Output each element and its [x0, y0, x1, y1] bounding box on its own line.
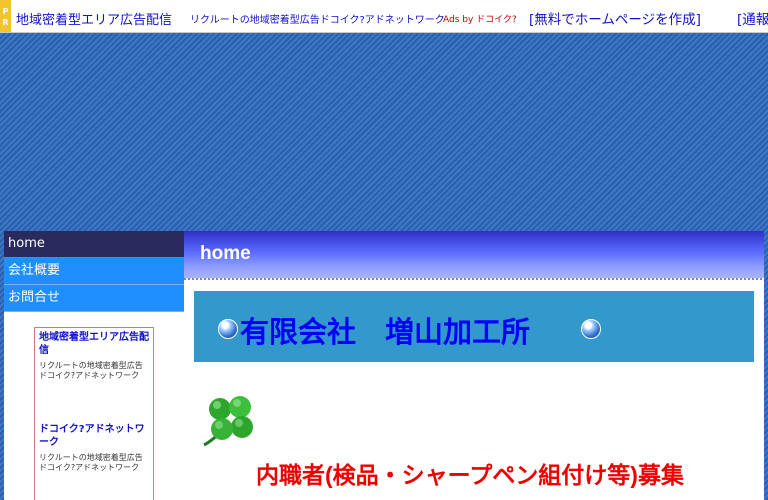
orb-bullet-icon: [218, 319, 238, 339]
company-name-band: 有限会社 増山加工所: [194, 291, 754, 362]
nav-item-company[interactable]: 会社概要: [4, 258, 184, 285]
side-ad-block-2: ドコイク?アドネットワーク リクルートの地域密着型広告ドコイク?アドネットワーク: [39, 423, 149, 473]
side-ad-desc-2: リクルートの地域密着型広告ドコイク?アドネットワーク: [39, 453, 143, 472]
pr-letter-r: R: [2, 17, 9, 27]
side-ad-box: 地域密着型エリア広告配信 リクルートの地域密着型広告ドコイク?アドネットワーク …: [34, 327, 154, 500]
main-content: home 有限会社 増山加工所 内職者(検品・シャープペン組付け等)募集: [184, 231, 764, 500]
ad-bar: P R 地域密着型エリア広告配信 リクルートの地域密着型広告ドコイク?アドネット…: [0, 0, 768, 33]
ad-description-link[interactable]: リクルートの地域密着型広告ドコイク?アドネットワーク: [190, 11, 445, 26]
nav-item-home[interactable]: home: [4, 231, 184, 258]
report-link[interactable]: [通報: [737, 8, 768, 28]
recruit-heading: 内職者(検品・シャープペン組付け等)募集: [256, 462, 684, 488]
side-ad-title-2[interactable]: ドコイク?アドネットワーク: [39, 423, 149, 449]
company-name: 有限会社 増山加工所: [240, 317, 531, 349]
orb-bullet-icon: [581, 319, 601, 339]
side-ad-title-1[interactable]: 地域密着型エリア広告配信: [39, 331, 149, 357]
pr-letter-p: P: [2, 6, 9, 16]
ads-by-link[interactable]: Ads by ドコイク?: [443, 12, 517, 25]
page-title: home: [200, 243, 251, 264]
sidebar: home 会社概要 お問合せ 地域密着型エリア広告配信 リクルートの地域密着型広…: [4, 231, 184, 500]
free-homepage-link[interactable]: [無料でホームページを作成]: [529, 8, 701, 28]
ad-title-link[interactable]: 地域密着型エリア広告配信: [16, 9, 172, 28]
four-leaf-clover-icon: [203, 396, 253, 447]
nav-item-contact[interactable]: お問合せ: [4, 285, 184, 312]
page-header: home: [184, 231, 764, 280]
side-ad-desc-1: リクルートの地域密着型広告ドコイク?アドネットワーク: [39, 361, 143, 380]
pr-badge[interactable]: P R: [0, 0, 11, 32]
